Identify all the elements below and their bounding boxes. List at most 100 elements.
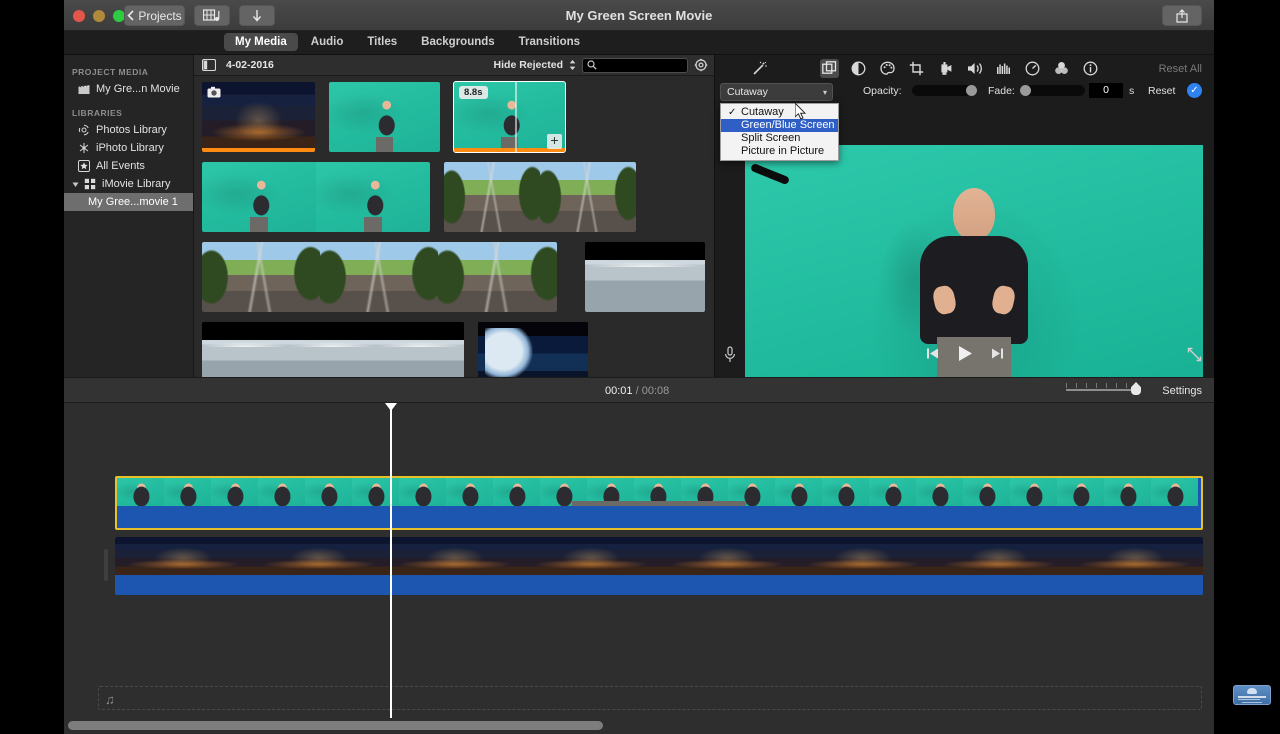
system-notification[interactable] — [1233, 685, 1271, 705]
search-field[interactable] — [582, 57, 688, 73]
adjustment-toolbar: Reset All — [715, 55, 1214, 81]
filmstrip-row — [202, 242, 706, 312]
clip-thumbnail-green-1[interactable] — [329, 82, 440, 152]
window-title: My Green Screen Movie — [565, 8, 713, 23]
skip-to-end-button[interactable] — [991, 347, 1004, 360]
library-grid-icon — [84, 178, 96, 190]
timeline-settings-button[interactable]: Settings — [1162, 385, 1202, 397]
browser-toolbar-right: Hide Rejected — [494, 57, 708, 73]
city-skyline-clip[interactable] — [115, 537, 1203, 595]
total-time: 00:08 — [641, 385, 670, 397]
clip-drag-handle[interactable] — [104, 549, 108, 581]
camera-icon — [207, 86, 221, 98]
overlay-mode-menu[interactable]: ✓ Cutaway Green/Blue Screen Split Screen… — [720, 103, 839, 161]
timeline-toolbar: 00:01 / 00:08 Settings — [64, 377, 1214, 403]
volume-icon[interactable] — [965, 59, 984, 78]
tab-audio[interactable]: Audio — [300, 33, 355, 51]
filmstrip-grid: 8.8s + — [194, 76, 714, 398]
mouse-cursor — [795, 103, 807, 120]
clip-duration-badge: 8.8s — [459, 86, 488, 99]
play-button[interactable] — [957, 345, 973, 362]
adjustment-icon-row — [820, 59, 1100, 78]
timeline[interactable]: ♫ — [64, 403, 1214, 734]
playhead[interactable] — [385, 403, 397, 718]
music-drop-zone[interactable]: ♫ — [98, 686, 1202, 710]
menu-item-picture-in-picture[interactable]: Picture in Picture — [721, 145, 838, 158]
tab-my-media[interactable]: My Media — [224, 33, 298, 51]
stepper-icon[interactable] — [569, 59, 576, 71]
timeline-horizontal-scrollbar[interactable] — [68, 721, 603, 730]
timecode-display: 00:01 / 00:08 — [605, 385, 669, 397]
cloud-icon — [1247, 688, 1257, 694]
expand-icon[interactable] — [1187, 347, 1202, 362]
sidebar-item-label: iPhoto Library — [96, 142, 164, 154]
magic-wand-icon[interactable] — [751, 61, 767, 77]
clip-audio-waveform — [115, 575, 1203, 595]
clip-thumbnail-green-2[interactable] — [202, 162, 430, 232]
info-icon[interactable] — [1081, 59, 1100, 78]
clip-thumbnail-rail-1[interactable] — [444, 162, 636, 232]
menu-item-label: Split Screen — [741, 132, 801, 144]
checkmark-icon: ✓ — [728, 107, 737, 118]
overlay-mode-popup-button[interactable]: Cutaway ▾ — [720, 83, 833, 101]
menu-item-green-blue-screen[interactable]: Green/Blue Screen — [721, 119, 838, 132]
fade-label: Fade: — [988, 85, 1015, 97]
gear-icon[interactable] — [694, 58, 708, 72]
browser-date-label: 4-02-2016 — [226, 59, 274, 71]
skip-to-start-button[interactable] — [926, 347, 939, 360]
hide-rejected-label[interactable]: Hide Rejected — [494, 59, 563, 71]
sidebar-item-all-events[interactable]: All Events — [64, 157, 193, 175]
fade-slider[interactable] — [1020, 85, 1085, 96]
filmstrip-row — [202, 162, 706, 232]
share-button[interactable] — [1162, 5, 1202, 26]
clip-thumbnail-green-selected[interactable]: 8.8s + — [453, 81, 566, 153]
video-overlay-icon[interactable] — [820, 59, 839, 78]
clapperboard-icon — [78, 84, 90, 94]
clip-thumbnail-city[interactable] — [202, 82, 315, 152]
filmstrip-row: 8.8s + — [202, 81, 706, 153]
zoom-slider[interactable] — [1066, 389, 1134, 391]
split-view-icon[interactable] — [202, 59, 216, 71]
checkmark-icon[interactable]: ✓ — [1187, 83, 1202, 98]
reset-all-button[interactable]: Reset All — [1159, 63, 1202, 75]
green-screen-overlay-clip[interactable] — [115, 476, 1203, 530]
fade-unit-label: s — [1129, 85, 1135, 97]
noise-reduction-icon[interactable] — [994, 59, 1013, 78]
media-browser: 4-02-2016 Hide Rejected 8.8s + — [194, 55, 714, 392]
add-to-project-button[interactable]: + — [547, 133, 562, 149]
sidebar-item-my-green-screen-movie[interactable]: My Gre...n Movie — [64, 80, 193, 98]
browser-tab-bar: My Media Audio Titles Backgrounds Transi… — [64, 31, 1214, 55]
clip-thumbnail-space-1[interactable] — [585, 242, 705, 312]
disclosure-triangle-icon[interactable] — [72, 181, 79, 188]
opacity-label: Opacity: — [863, 85, 902, 97]
browser-toolbar: 4-02-2016 Hide Rejected — [194, 55, 714, 76]
tab-titles[interactable]: Titles — [356, 33, 408, 51]
tab-transitions[interactable]: Transitions — [508, 33, 591, 51]
menu-item-cutaway[interactable]: ✓ Cutaway — [721, 106, 838, 119]
color-correction-icon[interactable] — [878, 59, 897, 78]
sidebar-heading-project-media: PROJECT MEDIA — [72, 67, 149, 77]
reset-button[interactable]: Reset — [1148, 85, 1175, 97]
menu-item-split-screen[interactable]: Split Screen — [721, 132, 838, 145]
sidebar-item-photos-library[interactable]: Photos Library — [64, 121, 193, 139]
sidebar-item-imovie-library[interactable]: iMovie Library — [64, 175, 193, 193]
clip-thumbnail-rail-2[interactable] — [202, 242, 557, 312]
speed-icon[interactable] — [1023, 59, 1042, 78]
tab-backgrounds[interactable]: Backgrounds — [410, 33, 506, 51]
subject-head — [953, 187, 995, 240]
crop-icon[interactable] — [907, 59, 926, 78]
sidebar-item-label: All Events — [96, 160, 145, 172]
overlay-mode-value: Cutaway — [727, 86, 768, 98]
libraries-sidebar: PROJECT MEDIA My Gre...n Movie LIBRARIES — [64, 55, 194, 377]
menu-item-label: Green/Blue Screen — [741, 119, 835, 131]
search-input[interactable] — [600, 59, 684, 71]
color-balance-icon[interactable] — [849, 59, 868, 78]
menu-item-label: Picture in Picture — [741, 145, 825, 157]
opacity-slider[interactable] — [912, 85, 977, 96]
sidebar-item-iphoto-library[interactable]: iPhoto Library — [64, 139, 193, 157]
stabilization-icon[interactable] — [936, 59, 955, 78]
fade-value-field[interactable]: 0 — [1089, 83, 1123, 98]
sidebar-item-my-green-screen-movie-1[interactable]: My Gree...movie 1 — [64, 193, 193, 211]
filters-icon[interactable] — [1052, 59, 1071, 78]
sidebar-item-label: Photos Library — [96, 124, 167, 136]
